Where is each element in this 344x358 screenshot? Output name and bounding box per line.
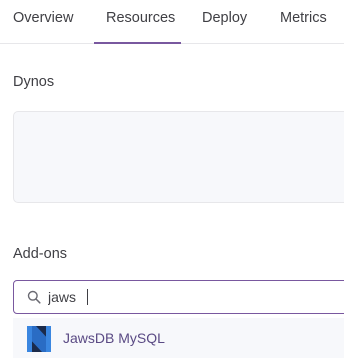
active-tab-indicator [94, 42, 181, 44]
tab-overview[interactable]: Overview [13, 10, 73, 26]
addons-search-input[interactable] [48, 287, 338, 307]
tab-deploy[interactable]: Deploy [202, 10, 247, 26]
addon-result-label: JawsDB MySQL [63, 330, 165, 346]
addons-section-title: Add-ons [13, 246, 68, 262]
text-caret [87, 289, 88, 305]
addon-result-item[interactable]: JawsDB MySQL [13, 318, 344, 358]
search-icon [27, 290, 41, 304]
dynos-panel [13, 111, 344, 203]
tab-metrics[interactable]: Metrics [280, 10, 327, 26]
addons-search-field[interactable] [13, 280, 344, 314]
jawsdb-logo-icon [27, 326, 51, 352]
dynos-section-title: Dynos [13, 74, 55, 90]
tab-resources[interactable]: Resources [106, 10, 175, 26]
app-tab-nav: Overview Resources Deploy Metrics [0, 0, 344, 44]
